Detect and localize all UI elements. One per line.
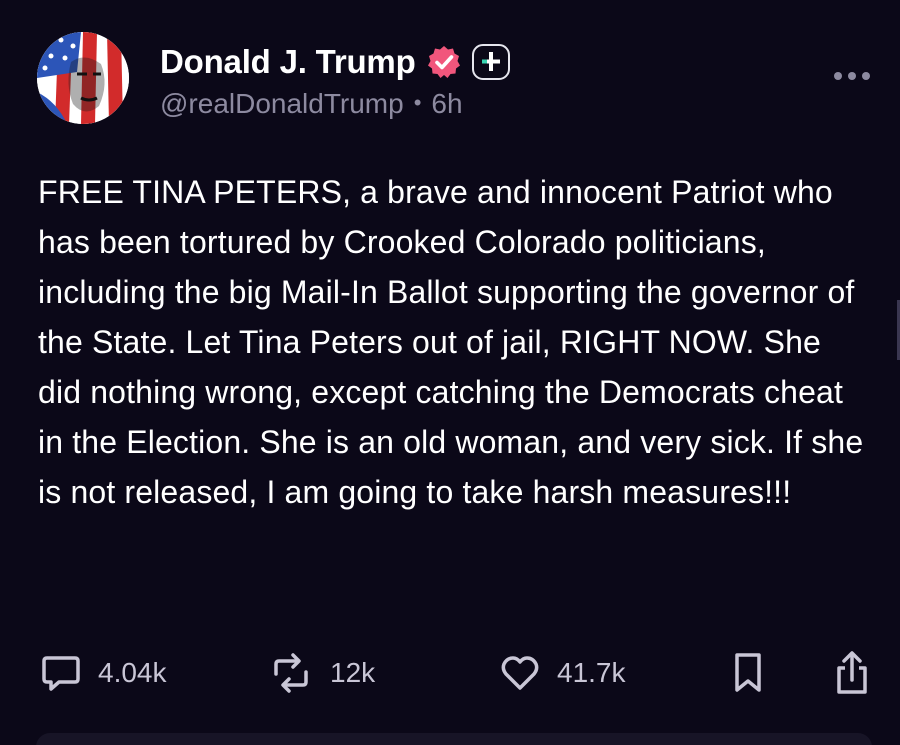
reply-icon bbox=[42, 656, 80, 691]
avatar[interactable] bbox=[37, 32, 129, 124]
next-post-edge bbox=[36, 733, 872, 745]
author-meta: @realDonaldTrump • 6h bbox=[160, 88, 463, 120]
action-bar: 4.04k 12k 41.7k bbox=[0, 645, 900, 705]
author-display-name[interactable]: Donald J. Trump bbox=[160, 43, 416, 81]
like-button[interactable]: 41.7k bbox=[499, 645, 626, 701]
post-timestamp[interactable]: 6h bbox=[431, 88, 462, 119]
reply-button[interactable]: 4.04k bbox=[40, 645, 167, 701]
bookmark-button[interactable] bbox=[731, 645, 765, 701]
post-card: Donald J. Trump @realDonaldTrump • 6h FREE… bbox=[0, 0, 900, 745]
like-count: 41.7k bbox=[557, 657, 626, 688]
avatar-image bbox=[37, 32, 129, 124]
meta-separator: • bbox=[413, 90, 422, 115]
author-handle[interactable]: @realDonaldTrump bbox=[160, 88, 404, 119]
post-body-text: FREE TINA PETERS, a brave and innocent P… bbox=[38, 174, 864, 510]
repost-icon bbox=[274, 653, 308, 693]
heart-icon bbox=[501, 656, 539, 690]
more-icon[interactable] bbox=[830, 66, 874, 86]
repost-count: 12k bbox=[330, 657, 376, 688]
repost-button[interactable]: 12k bbox=[268, 645, 375, 701]
share-button[interactable] bbox=[833, 645, 871, 701]
share-icon bbox=[837, 651, 867, 694]
plus-badge-icon bbox=[471, 44, 510, 80]
reply-count: 4.04k bbox=[98, 657, 167, 688]
verified-badge-icon bbox=[427, 46, 460, 78]
author-name-row: Donald J. Trump bbox=[160, 40, 510, 84]
bookmark-icon bbox=[735, 653, 761, 692]
